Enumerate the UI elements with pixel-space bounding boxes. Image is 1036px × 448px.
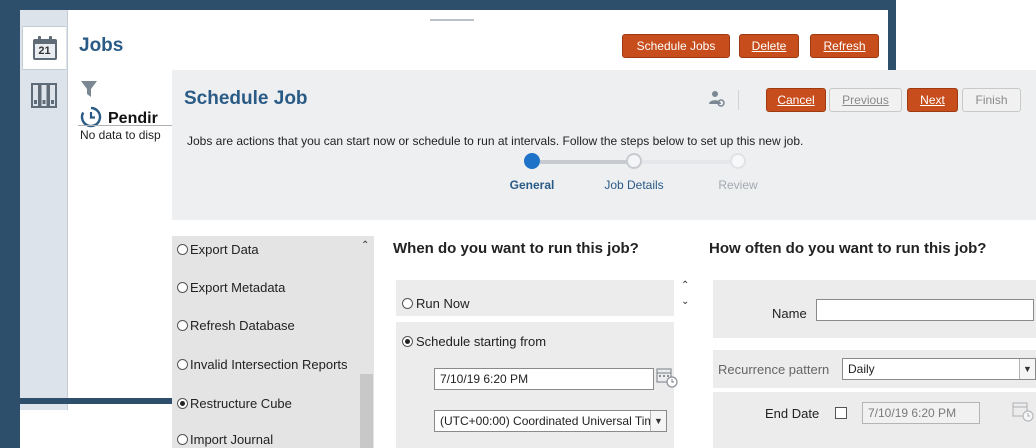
next-label: Next [920,93,945,107]
schedule-job-dialog: Schedule Job Cancel Previous Next Finish… [172,70,1036,448]
job-type-option-selected[interactable]: Restructure Cube [177,396,292,411]
next-button[interactable]: Next [907,88,958,112]
radio-button-selected[interactable] [177,398,188,409]
refresh-button[interactable]: Refresh [810,34,879,58]
start-datetime-value: 7/10/19 6:20 PM [440,372,529,386]
when-heading: When do you want to run this job? [393,240,639,257]
step-general-label[interactable]: General [482,178,582,192]
pending-divider [78,125,172,126]
timezone-value: (UTC+00:00) Coordinated Universal Tim [440,414,655,428]
no-data-message: No data to disp [80,128,161,142]
start-datetime-input[interactable]: 7/10/19 6:20 PM [434,368,654,390]
job-type-label: Export Data [190,242,259,257]
radio-button-selected[interactable] [402,336,413,347]
bottom-bar [0,398,172,404]
panel-handle[interactable] [430,19,474,21]
left-rail [0,0,20,448]
scroll-down-icon[interactable]: ⌄ [681,296,689,307]
list-scroll-thumb[interactable] [360,374,373,448]
job-type-option[interactable]: Export Data [177,242,259,257]
run-now-option[interactable]: Run Now [402,296,469,311]
end-date-checkbox[interactable] [835,407,847,419]
radio-button[interactable] [177,320,188,331]
radio-button[interactable] [177,434,188,445]
recurrence-label: Recurrence pattern [718,362,830,377]
delete-label: Delete [751,39,787,53]
scroll-up-icon[interactable]: ⌃ [681,280,689,291]
dialog-title: Schedule Job [184,88,308,109]
calendar-picker-icon[interactable] [656,366,678,391]
schedule-starting-label: Schedule starting from [416,334,547,349]
job-type-option[interactable]: Export Metadata [177,280,285,295]
chevron-down-icon: ▼ [1019,359,1035,379]
run-now-label: Run Now [416,296,470,311]
schedule-starting-option[interactable]: Schedule starting from [402,334,546,349]
step-review-label: Review [718,178,758,192]
radio-button[interactable] [402,298,413,309]
step-connector-1 [540,160,628,164]
finish-button[interactable]: Finish [962,88,1021,112]
timezone-select[interactable]: (UTC+00:00) Coordinated Universal Tim ▼ [434,410,667,432]
dialog-description: Jobs are actions that you can start now … [187,134,804,148]
job-type-option[interactable]: Invalid Intersection Reports [177,357,348,372]
cancel-label: Cancel [777,93,815,107]
tab-jobs[interactable]: 21 [22,26,66,70]
scroll-up-icon[interactable]: ⌃ [361,240,369,251]
step-review-marker [730,153,746,169]
end-date-input[interactable]: 7/10/19 6:20 PM [862,402,980,424]
job-type-list [172,236,374,448]
cancel-button[interactable]: Cancel [766,88,826,112]
step-job-details-marker[interactable] [626,153,642,169]
finish-label: Finish [975,93,1008,107]
calendar-icon: 21 [31,34,59,62]
delete-button[interactable]: Delete [739,34,799,58]
radio-button[interactable] [177,244,188,255]
recurrence-select[interactable]: Daily ▼ [842,358,1036,380]
name-label: Name [772,306,807,321]
end-date-value: 7/10/19 6:20 PM [868,406,957,420]
job-type-label: Invalid Intersection Reports [190,357,348,372]
job-type-option[interactable]: Refresh Database [177,318,295,333]
radio-button[interactable] [177,359,188,370]
job-type-label: Refresh Database [190,318,295,333]
user-settings-icon[interactable] [709,90,725,111]
calendar-day: 21 [38,45,51,57]
filter-icon[interactable] [80,80,98,101]
top-bar [0,0,896,10]
schedule-jobs-label: Schedule Jobs [636,39,716,53]
job-type-label: Export Metadata [190,280,286,295]
job-type-label: Import Journal [190,432,274,447]
schedule-jobs-button[interactable]: Schedule Jobs [622,34,730,58]
tab-library[interactable] [22,74,66,118]
previous-button[interactable]: Previous [829,88,902,112]
step-job-details-label[interactable]: Job Details [584,178,684,192]
calendar-picker-icon [1012,400,1034,425]
job-type-label: Restructure Cube [190,396,292,411]
header-divider [738,90,739,110]
page-title: Jobs [79,35,124,56]
chevron-down-icon: ▼ [650,411,666,431]
refresh-label: Refresh [823,39,866,53]
previous-label: Previous [842,93,889,107]
library-icon [29,80,59,113]
end-date-label: End Date [765,406,820,421]
name-input[interactable] [816,299,1034,321]
recurrence-value: Daily [848,362,875,376]
job-type-option[interactable]: Import Journal [177,432,273,447]
radio-button[interactable] [177,282,188,293]
step-general-marker[interactable] [524,153,540,169]
vertical-tab-strip [20,10,68,410]
step-connector-2 [636,160,736,164]
how-often-heading: How often do you want to run this job? [709,240,987,257]
